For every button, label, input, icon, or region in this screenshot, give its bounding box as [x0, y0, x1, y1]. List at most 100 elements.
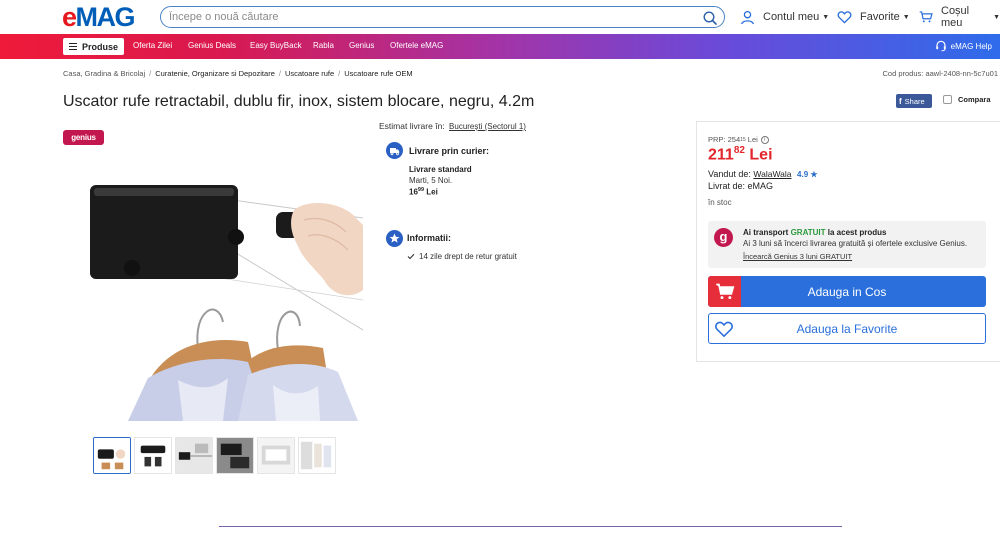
- search-bar: [160, 6, 725, 28]
- price-int: 211: [708, 146, 734, 164]
- thumbnail-5[interactable]: [257, 437, 295, 474]
- user-icon: [741, 10, 754, 24]
- page-title: Uscator rufe retractabil, dublu fir, ino…: [63, 93, 535, 110]
- info-title: Informatii:: [407, 233, 451, 243]
- favorites-link[interactable]: Favorite ▼: [837, 8, 910, 26]
- genius-trial-link[interactable]: Încearcă Genius 3 luni GRATUIT: [743, 252, 852, 261]
- star-icon: ★: [810, 170, 818, 179]
- breadcrumb-item[interactable]: Uscatoare rufe OEM: [344, 69, 412, 78]
- cart-icon: [919, 11, 933, 23]
- breadcrumb-separator: /: [338, 69, 341, 78]
- nav-item-easy-buyback[interactable]: Easy BuyBack: [250, 41, 302, 50]
- seller-info: Vandut de: WalaWala 4.9 ★: [708, 169, 818, 179]
- delivery-price-dec: 99: [417, 187, 425, 193]
- favorites-label: Favorite: [860, 11, 900, 23]
- facebook-share-button[interactable]: f Share: [896, 94, 932, 108]
- delivery-price-currency: Lei: [426, 187, 438, 197]
- chevron-down-icon: ▼: [822, 13, 830, 21]
- delivery-estimate: Estimat livrare în: București (Sectorul …: [379, 121, 526, 131]
- search-input[interactable]: [169, 9, 689, 25]
- products-menu-button[interactable]: Produse: [63, 38, 124, 55]
- nav-item-genius-deals[interactable]: Genius Deals: [188, 41, 236, 50]
- nav-item-oferta-zilei[interactable]: Oferta Zilei: [133, 41, 172, 50]
- prp-dec: 15: [740, 136, 746, 143]
- genius-badge: genius: [63, 130, 104, 145]
- heart-icon: [715, 321, 733, 338]
- share-label: Share: [904, 96, 925, 106]
- sold-by-label: Vandut de:: [708, 169, 751, 179]
- compare-checkbox[interactable]: Compara: [943, 95, 991, 104]
- product-main-image[interactable]: [88, 150, 363, 421]
- thumbnail-3[interactable]: [175, 437, 213, 474]
- nav-item-rabla[interactable]: Rabla: [313, 41, 334, 50]
- info-icon[interactable]: i: [760, 135, 769, 144]
- stock-status: în stoc: [708, 198, 732, 207]
- thumbnail-4[interactable]: [216, 437, 254, 474]
- delivery-location-link[interactable]: București (Sectorul 1): [449, 122, 526, 131]
- account-label: Contul meu: [763, 11, 820, 23]
- product-code: Cod produs: aawl-2408-nn-5c7u01: [882, 69, 999, 78]
- account-link[interactable]: Contul meu ▼: [740, 8, 829, 26]
- genius-line1-a: Ai transport: [743, 228, 789, 237]
- search-icon[interactable]: [702, 10, 718, 26]
- facebook-icon: f: [899, 96, 902, 106]
- breadcrumb-item[interactable]: Uscatoare rufe: [285, 69, 334, 78]
- genius-promo-box: g Ai transport GRATUIT la acest produs A…: [708, 221, 986, 268]
- top-header: eMAG Contul meu▼ Favorite▼ Coșul meu▼: [0, 0, 1000, 34]
- price-dec: 82: [733, 145, 745, 156]
- logo-e: e: [62, 2, 77, 32]
- truck-icon: [386, 142, 403, 159]
- checkbox-icon: [943, 95, 952, 104]
- add-to-favorites-label: Adauga la Favorite: [796, 321, 898, 336]
- seller-rating-value: 4.9: [797, 170, 809, 179]
- check-icon: [407, 253, 415, 260]
- products-label: Produse: [82, 41, 119, 52]
- delivery-price-int: 16: [409, 187, 418, 197]
- delivered-by: Livrat de: eMAG: [708, 181, 774, 191]
- breadcrumb-separator: /: [149, 69, 152, 78]
- emag-logo[interactable]: e MAG: [62, 2, 136, 32]
- thumbnail-1[interactable]: [93, 437, 131, 474]
- nav-item-genius[interactable]: Genius: [349, 41, 374, 50]
- genius-line1-free: GRATUIT: [790, 228, 826, 237]
- nav-item-ofertele-emag[interactable]: Ofertele eMAG: [390, 41, 443, 50]
- logo-mag: MAG: [75, 2, 136, 32]
- prp-currency: Lei: [747, 135, 758, 144]
- add-to-cart-button[interactable]: Adauga in Cos: [708, 276, 986, 307]
- section-divider: [219, 526, 842, 527]
- emag-help-link[interactable]: eMAG Help: [935, 40, 992, 52]
- return-policy-label: 14 zile drept de retur gratuit: [419, 252, 517, 261]
- product-price: 21182 Lei: [708, 145, 773, 164]
- star-info-icon: [386, 230, 403, 247]
- genius-logo-icon: g: [714, 228, 733, 247]
- prp-int: 254: [727, 135, 741, 144]
- chevron-down-icon: ▼: [993, 13, 1000, 21]
- delivery-date: Marti, 5 Noi.: [409, 176, 453, 185]
- genius-free-shipping-line: Ai transport GRATUIT la acest produs: [743, 228, 886, 237]
- breadcrumb-separator: /: [278, 69, 281, 78]
- hamburger-icon: [69, 43, 77, 50]
- compare-label: Compara: [958, 95, 991, 104]
- price-currency: Lei: [749, 146, 773, 164]
- seller-rating: 4.9 ★: [797, 170, 818, 179]
- breadcrumb: Casa, Gradina & Bricolaj / Curatenie, Orga…: [63, 69, 413, 78]
- return-policy: 14 zile drept de retur gratuit: [407, 252, 517, 261]
- estimate-label: Estimat livrare în:: [379, 121, 445, 131]
- thumbnail-strip: [93, 437, 339, 474]
- breadcrumb-item[interactable]: Casa, Gradina & Bricolaj: [63, 69, 145, 78]
- cart-link[interactable]: Coșul meu ▼: [919, 5, 1000, 29]
- genius-line1-c: la acest produs: [827, 228, 887, 237]
- thumbnail-6[interactable]: [298, 437, 336, 474]
- delivery-price: 1699 Lei: [409, 187, 438, 197]
- standard-delivery-label: Livrare standard: [409, 165, 472, 174]
- add-to-favorites-button[interactable]: Adauga la Favorite: [708, 313, 986, 344]
- thumbnail-2[interactable]: [134, 437, 172, 474]
- seller-link[interactable]: WalaWala: [753, 169, 791, 179]
- add-to-cart-label: Adauga in Cos: [807, 284, 887, 299]
- prp-label: PRP:: [708, 135, 726, 144]
- recommended-price: PRP: 254 15 Lei i: [708, 135, 769, 144]
- cart-label: Coșul meu: [941, 5, 970, 29]
- headset-icon: [935, 40, 946, 52]
- chevron-down-icon: ▼: [902, 13, 910, 21]
- breadcrumb-item[interactable]: Curatenie, Organizare si Depozitare: [155, 69, 275, 78]
